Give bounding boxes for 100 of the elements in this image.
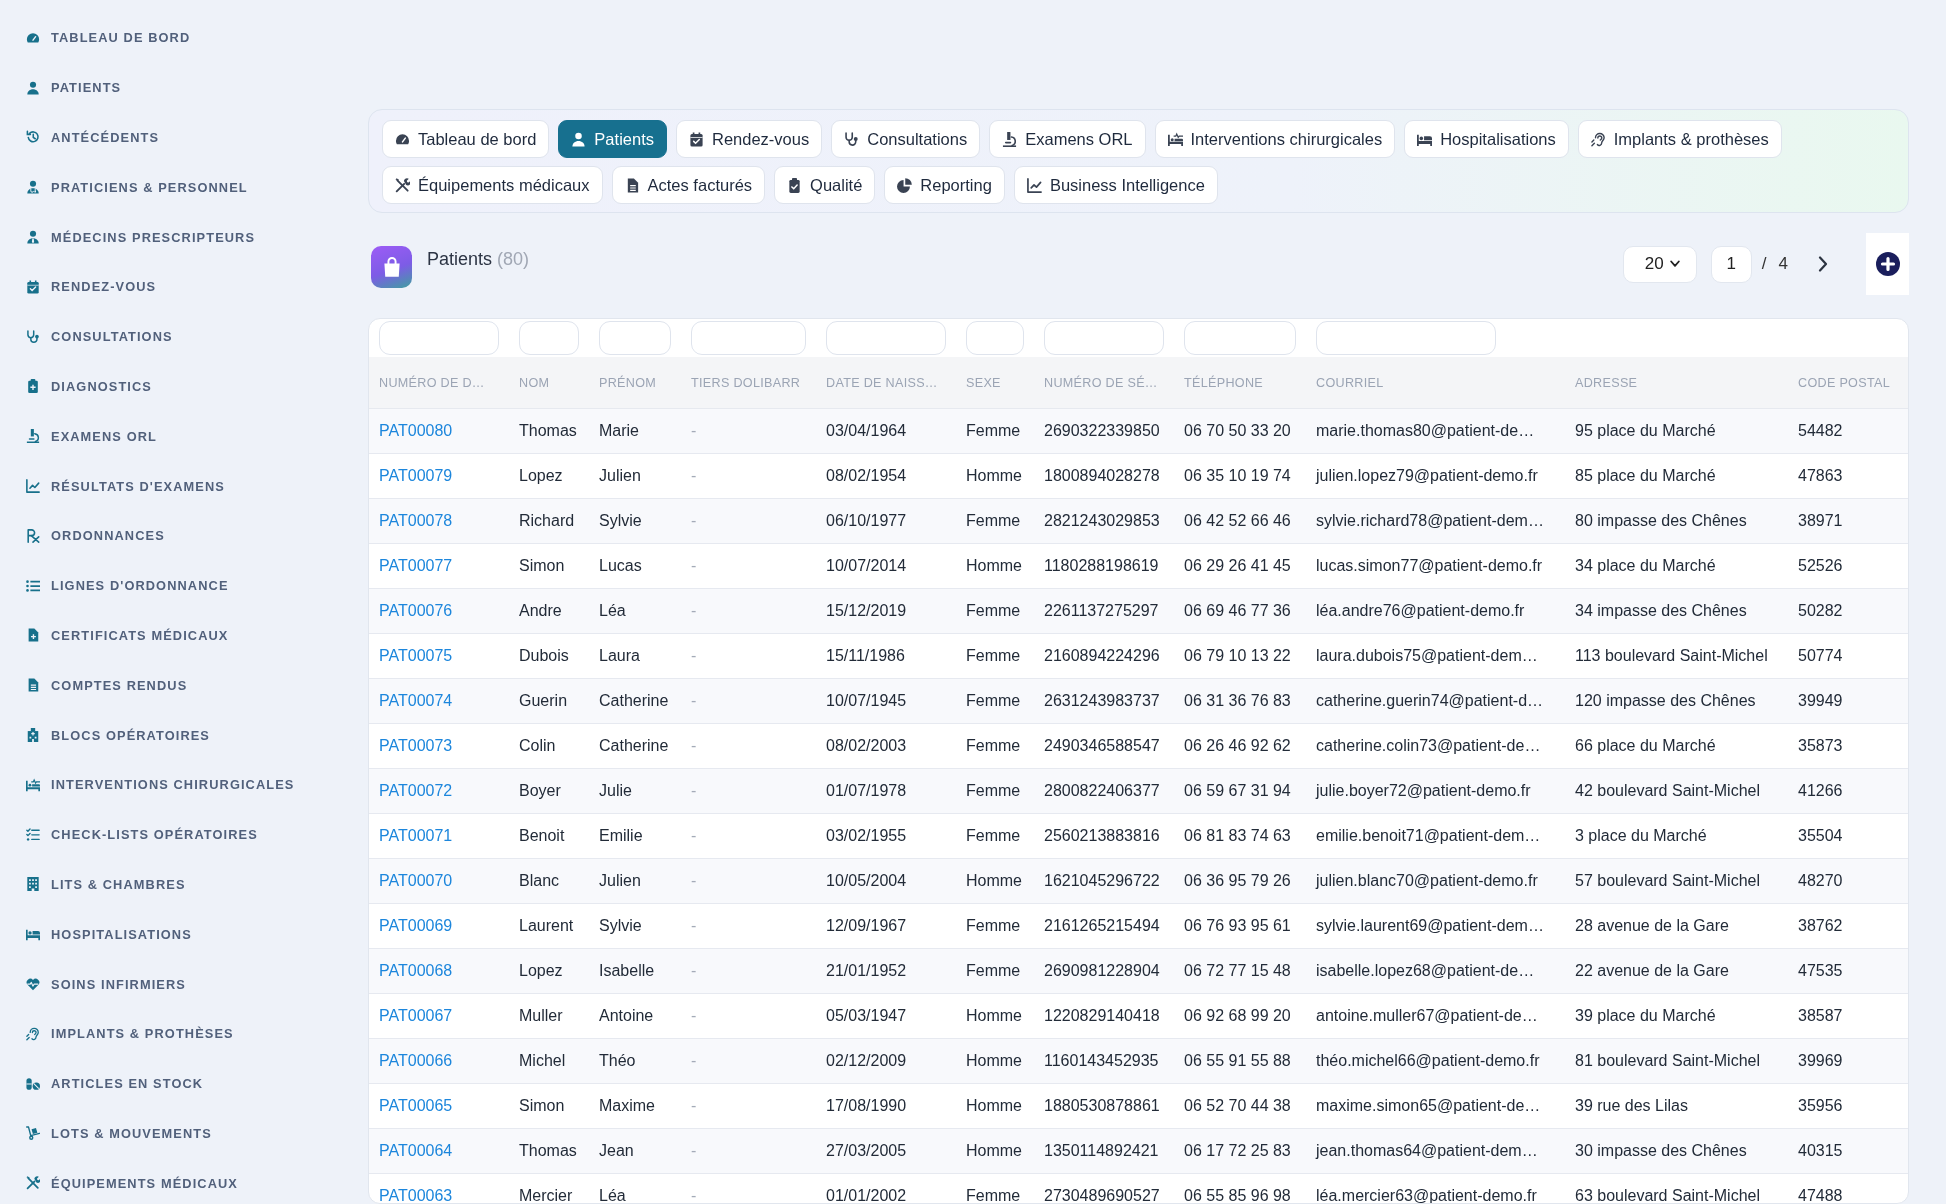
patient-id-link[interactable]: PAT00065 [369, 1097, 509, 1115]
sidebar-item[interactable]: CHECK-LISTS OPÉRATOIRES [26, 809, 340, 860]
table-cell-text: Emilie [598, 827, 644, 845]
sidebar-item[interactable]: LOTS & MOUVEMENTS [26, 1108, 340, 1159]
bed-pulse-icon [1167, 131, 1183, 147]
doctor-icon [26, 180, 40, 195]
tab[interactable]: Implants & prothèses [1577, 120, 1782, 158]
sidebar-item[interactable]: RÉSULTATS D'EXAMENS [26, 461, 340, 511]
tab[interactable]: Actes facturés [611, 166, 766, 204]
sidebar-item[interactable]: LITS & CHAMBRES [26, 859, 340, 910]
filter-field[interactable] [1184, 321, 1296, 355]
table-cell-text: sylvie.laurent69@patient-dem… [1315, 917, 1545, 935]
tab[interactable]: Patients [558, 120, 667, 158]
page-number-field[interactable]: 1 [1710, 245, 1752, 283]
sidebar-item[interactable]: ORDONNANCES [26, 510, 340, 561]
table-cell-text: 38587 [1797, 1007, 1844, 1025]
table-cell-text: 1180288198619 [1043, 557, 1160, 575]
tab[interactable]: Équipements médicaux [382, 166, 603, 204]
sidebar-item[interactable]: MÉDECINS PRESCRIPTEURS [26, 212, 340, 262]
sidebar-item[interactable]: ANTÉCÉDENTS [26, 112, 340, 163]
sidebar-item[interactable]: DIAGNOSTICS [26, 361, 340, 412]
sidebar-item[interactable]: ARTICLES EN STOCK [26, 1058, 340, 1109]
table-cell-text: 35504 [1797, 827, 1844, 845]
filter-field[interactable] [519, 321, 579, 355]
sidebar-item[interactable]: CONSULTATIONS [26, 311, 340, 362]
sidebar-item[interactable]: ÉQUIPEMENTS MÉDICAUX [26, 1158, 340, 1204]
sidebar-item[interactable]: IMPLANTS & PROTHÈSES [26, 1008, 340, 1059]
column-header: NUMÉRO DE D… [378, 375, 486, 390]
user-tie-icon [26, 230, 40, 245]
patient-id-link[interactable]: PAT00076 [369, 602, 509, 620]
patient-id-link[interactable]: PAT00064 [369, 1142, 509, 1160]
sidebar-item[interactable]: CERTIFICATS MÉDICAUX [26, 610, 340, 661]
sidebar-item[interactable]: TABLEAU DE BORD [26, 13, 340, 63]
sidebar-item[interactable]: SOINS INFIRMIERS [26, 959, 340, 1009]
table-cell-text: 120 impasse des Chênes [1574, 692, 1757, 710]
table-cell-text: - [690, 782, 698, 800]
table-cell-text: 81 boulevard Saint-Michel [1574, 1052, 1761, 1070]
filter-field[interactable] [599, 321, 671, 355]
table-cell-text: 06 79 10 13 22 [1183, 647, 1292, 665]
patient-id-link[interactable]: PAT00069 [369, 917, 509, 935]
tab[interactable]: Tableau de bord [382, 120, 550, 158]
add-button[interactable] [1866, 233, 1909, 295]
table-cell-text: Thomas [518, 422, 578, 440]
table-cell-text: 2261137275297 [1043, 602, 1160, 620]
patient-id-link[interactable]: PAT00075 [369, 647, 509, 665]
table-cell-text: Homme [965, 1097, 1023, 1115]
tab[interactable]: Reporting [884, 166, 1005, 204]
sidebar-item[interactable]: PRATICIENS & PERSONNEL [26, 162, 340, 213]
table-cell-text: 57 boulevard Saint-Michel [1574, 872, 1761, 890]
patient-id-link[interactable]: PAT00078 [369, 512, 509, 530]
patient-id-link[interactable]: PAT00063 [369, 1187, 509, 1203]
table-cell-text: - [690, 917, 698, 935]
medical-clipboard-icon [26, 379, 40, 394]
sidebar-item[interactable]: LIGNES D'ORDONNANCE [26, 560, 340, 611]
filter-field[interactable] [826, 321, 946, 355]
sidebar-item[interactable]: INTERVENTIONS CHIRURGICALES [26, 759, 340, 810]
sidebar-item[interactable]: RENDEZ-VOUS [26, 262, 340, 312]
table-cell-text: 39 rue des Lilas [1574, 1097, 1689, 1115]
table-cell-text: Homme [965, 467, 1023, 485]
patient-id-link[interactable]: PAT00071 [369, 827, 509, 845]
patient-id-link[interactable]: PAT00079 [369, 467, 509, 485]
patient-id-link[interactable]: PAT00073 [369, 737, 509, 755]
gauge-icon [26, 30, 40, 45]
patient-id-link[interactable]: PAT00067 [369, 1007, 509, 1025]
page-size-select[interactable]: 20 [1622, 245, 1697, 283]
filter-field[interactable] [1044, 321, 1164, 355]
sidebar-item[interactable]: COMPTES RENDUS [26, 660, 340, 711]
sidebar-item[interactable]: BLOCS OPÉRATOIRES [26, 710, 340, 760]
patient-id-link[interactable]: PAT00080 [369, 422, 509, 440]
filter-field[interactable] [691, 321, 806, 355]
patient-id-link[interactable]: PAT00072 [369, 782, 509, 800]
patient-id-link[interactable]: PAT00070 [369, 872, 509, 890]
tab[interactable]: Business Intelligence [1013, 166, 1218, 204]
table-cell-text: marie.thomas80@patient-de… [1315, 422, 1536, 440]
table-cell-text: Sylvie [598, 917, 643, 935]
sidebar-item[interactable]: HOSPITALISATIONS [26, 909, 340, 960]
filter-field[interactable] [1316, 321, 1496, 355]
patient-id-link[interactable]: PAT00077 [369, 557, 509, 575]
tab[interactable]: Consultations [831, 120, 981, 158]
sidebar-item[interactable]: EXAMENS ORL [26, 411, 340, 462]
table-cell-text: 05/03/1947 [825, 1007, 908, 1025]
table-cell-text: Lopez [518, 962, 564, 980]
table-cell-text: julie.boyer72@patient-demo.fr [1314, 782, 1532, 800]
table-cell-text: Maxime [598, 1097, 656, 1115]
tab[interactable]: Hospitalisations [1404, 120, 1569, 158]
filter-field[interactable] [966, 321, 1024, 355]
next-page-button[interactable] [1816, 254, 1830, 274]
table-cell-text: - [690, 1007, 698, 1025]
filter-field[interactable] [379, 321, 499, 355]
sidebar-item[interactable]: PATIENTS [26, 62, 340, 113]
table-cell-text: Jean [598, 1142, 635, 1160]
tab[interactable]: Examens ORL [989, 120, 1146, 158]
table-cell-text: 06 76 93 95 61 [1183, 917, 1292, 935]
tab[interactable]: Qualité [774, 166, 876, 204]
patient-id-link[interactable]: PAT00066 [369, 1052, 509, 1070]
tab[interactable]: Interventions chirurgicales [1154, 120, 1396, 158]
table-cell-text: Homme [965, 557, 1023, 575]
tab[interactable]: Rendez-vous [676, 120, 823, 158]
patient-id-link[interactable]: PAT00074 [369, 692, 509, 710]
patient-id-link[interactable]: PAT00068 [369, 962, 509, 980]
